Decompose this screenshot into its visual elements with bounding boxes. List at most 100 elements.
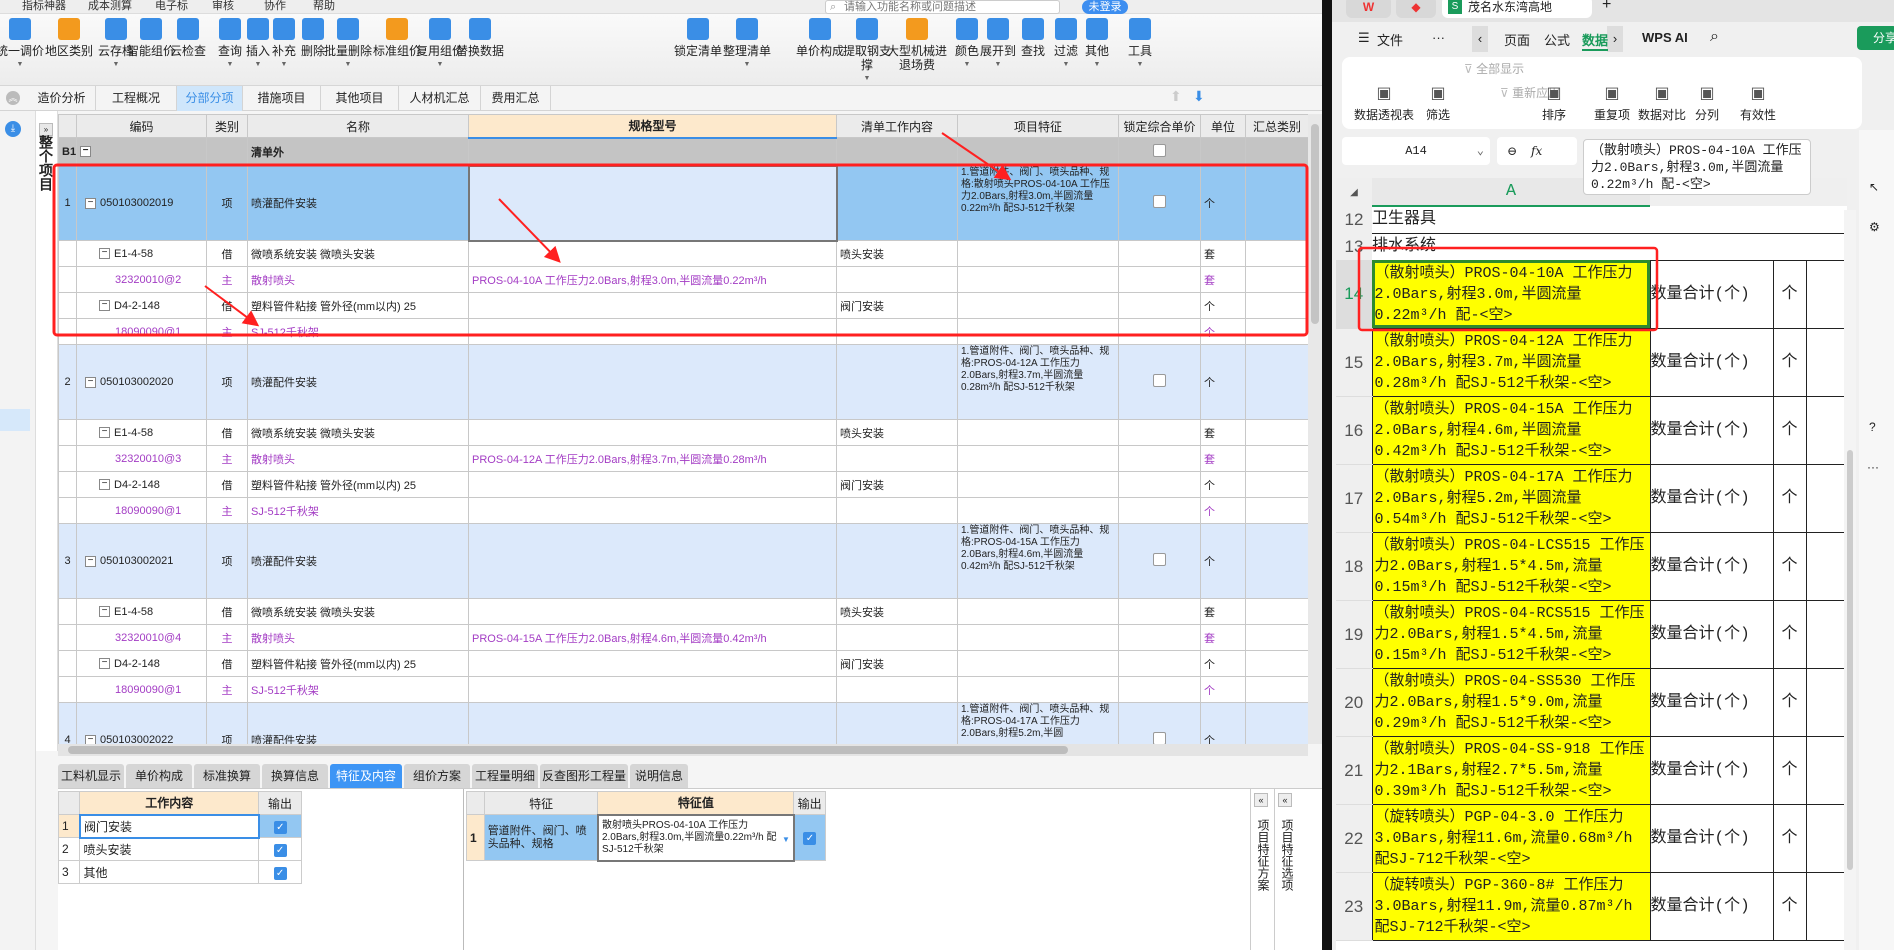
sheet-row[interactable]: 13 排水系统 (1336, 233, 1847, 261)
feature-cell[interactable]: 1.管道附件、阀门、喷头品种、规格:PROS-04-12A 工作压力2.0Bar… (957, 344, 1119, 420)
ribbon-button-8[interactable]: ▣ 有效性 (1740, 83, 1776, 123)
lock-price-cell[interactable] (1118, 676, 1201, 703)
empty-cell[interactable] (468, 137, 837, 166)
row-header[interactable]: 19 (1336, 600, 1372, 669)
summary-cell[interactable] (1245, 523, 1308, 599)
bottom-tab-特征及内容[interactable]: 特征及内容 (330, 764, 402, 788)
menu-2[interactable]: 电子标 (155, 0, 188, 13)
ribbon-button-5[interactable]: ▣ 重复项 (1594, 83, 1630, 123)
bottom-tab-工料机显示[interactable]: 工料机显示 (58, 764, 124, 788)
sheet-row[interactable]: 17 （散射喷头）PROS-04-17A 工作压力2.0Bars,射程5.2m,半… (1336, 463, 1847, 533)
summary-cell[interactable] (1245, 598, 1308, 625)
tab-措施项目[interactable]: 措施项目 (243, 86, 321, 111)
ribbon-tab-WPS AI[interactable]: WPS AI (1642, 30, 1688, 45)
type-cell[interactable]: 项 (206, 523, 248, 599)
cell-A20[interactable]: （散射喷头）PROS-04-SS530 工作压力2.0Bars,射程1.5*9.… (1371, 667, 1651, 737)
collapse-toggle-icon[interactable]: − (99, 248, 110, 260)
sheet-row[interactable]: 19 （散射喷头）PROS-04-RCS515 工作压力2.0Bars,射程1.5… (1336, 599, 1847, 669)
spec-cell[interactable] (468, 676, 837, 703)
lock-price-cell[interactable] (1118, 598, 1201, 625)
type-cell[interactable]: 项 (206, 344, 248, 420)
spec-cell[interactable] (468, 240, 837, 267)
unit-cell[interactable]: 个 (1200, 523, 1246, 599)
sheet-row[interactable]: 15 （散射喷头）PROS-04-12A 工作压力2.0Bars,射程3.7m,半… (1336, 327, 1847, 397)
move-up-icon[interactable]: ⬆ (1170, 88, 1182, 105)
code-cell[interactable]: − E1-4-58 (76, 598, 207, 625)
lock-price-cell[interactable] (1118, 650, 1201, 677)
name-cell[interactable]: 散射喷头 (247, 624, 469, 651)
quota-row[interactable]: − E1-4-58 借微喷系统安装 微喷头安装 喷头安装套 (58, 419, 1308, 446)
row-header[interactable]: 22 (1336, 804, 1372, 873)
scroll-left-icon[interactable]: ‹ (1472, 26, 1488, 52)
wps-home-tab[interactable]: W (1346, 0, 1391, 18)
cell-C23[interactable]: 个 (1772, 871, 1807, 941)
column-header[interactable] (1806, 178, 1847, 206)
unit-cell[interactable]: 个 (1200, 318, 1246, 345)
toolbar-button-14[interactable]: 整理清单 ▼ (719, 18, 775, 72)
row-header[interactable]: 17 (1336, 464, 1372, 533)
code-cell[interactable]: 32320010@2 (76, 266, 207, 293)
quota-row[interactable]: 18090090@1 主 SJ-512千秋架 个 (58, 676, 1308, 703)
spec-cell[interactable] (467, 164, 838, 242)
new-tab-icon[interactable]: + (1602, 0, 1611, 14)
lock-price-cell[interactable] (1118, 471, 1201, 498)
summary-cell[interactable] (1245, 624, 1308, 651)
cell-A13[interactable]: 排水系统 (1372, 233, 1650, 261)
work-content-cell[interactable]: 阀门安装 (836, 292, 958, 319)
sheet-row[interactable]: 21 （散射喷头）PROS-04-SS-918 工作压力2.1Bars,射程2.7… (1336, 735, 1847, 805)
row-header[interactable]: 18 (1336, 532, 1372, 601)
row-number[interactable] (58, 676, 77, 703)
summary-cell[interactable] (1245, 497, 1308, 524)
ribbon-button-4[interactable]: ▣ 排序 (1542, 83, 1566, 123)
row-header[interactable]: 13 (1336, 233, 1372, 260)
row-number[interactable]: B1 (58, 137, 77, 166)
cell-D19[interactable] (1805, 599, 1847, 669)
menu-5[interactable]: 帮助 (313, 0, 335, 13)
row-number[interactable] (58, 419, 77, 446)
work-content-cell[interactable] (836, 318, 958, 345)
ribbon-tab-页面[interactable]: 页面 (1504, 30, 1530, 49)
cell[interactable] (1773, 233, 1806, 261)
select-all-corner[interactable]: ◢ (1336, 178, 1372, 206)
work-content-cell[interactable] (836, 344, 958, 420)
sheet-row[interactable]: 12 卫生器具 (1336, 206, 1847, 234)
row-number[interactable] (58, 598, 77, 625)
work-content-cell[interactable]: 阀门安装 (836, 650, 958, 677)
lock-price-cell[interactable] (1118, 240, 1201, 267)
cell-B15[interactable]: 数量合计(个) (1649, 327, 1774, 397)
pdf-tab[interactable]: ◆ (1396, 0, 1436, 18)
column-header[interactable]: 名称 (247, 114, 469, 138)
spec-cell[interactable]: PROS-04-10A 工作压力2.0Bars,射程3.0m,半圆流量0.22m… (468, 266, 837, 293)
spec-cell[interactable] (468, 419, 837, 446)
work-content-cell[interactable] (836, 624, 958, 651)
toolbar-button-9[interactable]: 批量删除 ▼ (320, 18, 376, 72)
tab-费用汇总[interactable]: 费用汇总 (481, 86, 551, 111)
quota-row[interactable]: 18090090@1 主 SJ-512千秋架 个 (58, 318, 1308, 345)
type-cell[interactable]: 借 (206, 240, 248, 267)
unit-cell[interactable]: 套 (1200, 419, 1246, 446)
row-header[interactable]: 20 (1336, 668, 1372, 737)
feature-row[interactable]: 1 管道附件、阀门、喷头品种、规格 散射喷头PROS-04-10A 工作压力2.0B… (466, 813, 826, 862)
toolbar-button-13[interactable]: 锁定清单 (670, 18, 726, 58)
grid-horizontal-scrollbar[interactable] (58, 744, 1308, 756)
name-cell[interactable]: 塑料管件粘接 管外径(mm以内) 25 (247, 471, 469, 498)
collapse-toggle-icon[interactable]: − (85, 555, 96, 567)
unit-cell[interactable] (1200, 137, 1246, 166)
summary-cell[interactable] (1245, 137, 1308, 166)
cell[interactable] (1806, 206, 1847, 234)
work-content-cell[interactable]: 喷头安装 (836, 598, 958, 625)
summary-cell[interactable] (1245, 676, 1308, 703)
code-cell[interactable]: − D4-2-148 (76, 650, 207, 677)
work-content-row[interactable]: 3 其他 ✓ (57, 860, 302, 884)
row-number[interactable] (58, 240, 77, 267)
ribbon-tab-公式[interactable]: 公式 (1544, 30, 1570, 49)
cell-D15[interactable] (1805, 327, 1847, 397)
cell-A19[interactable]: （散射喷头）PROS-04-RCS515 工作压力2.0Bars,射程1.5*4… (1371, 599, 1651, 669)
feature-cell[interactable] (957, 624, 1119, 651)
empty-cell[interactable] (957, 137, 1119, 166)
cell-D16[interactable] (1805, 395, 1847, 465)
unit-cell[interactable]: 个 (1200, 344, 1246, 420)
quota-row[interactable]: − E1-4-58 借微喷系统安装 微喷头安装 喷头安装套 (58, 598, 1308, 625)
name-box[interactable]: A14 ⌄ (1342, 137, 1490, 165)
unit-cell[interactable]: 套 (1200, 240, 1246, 267)
